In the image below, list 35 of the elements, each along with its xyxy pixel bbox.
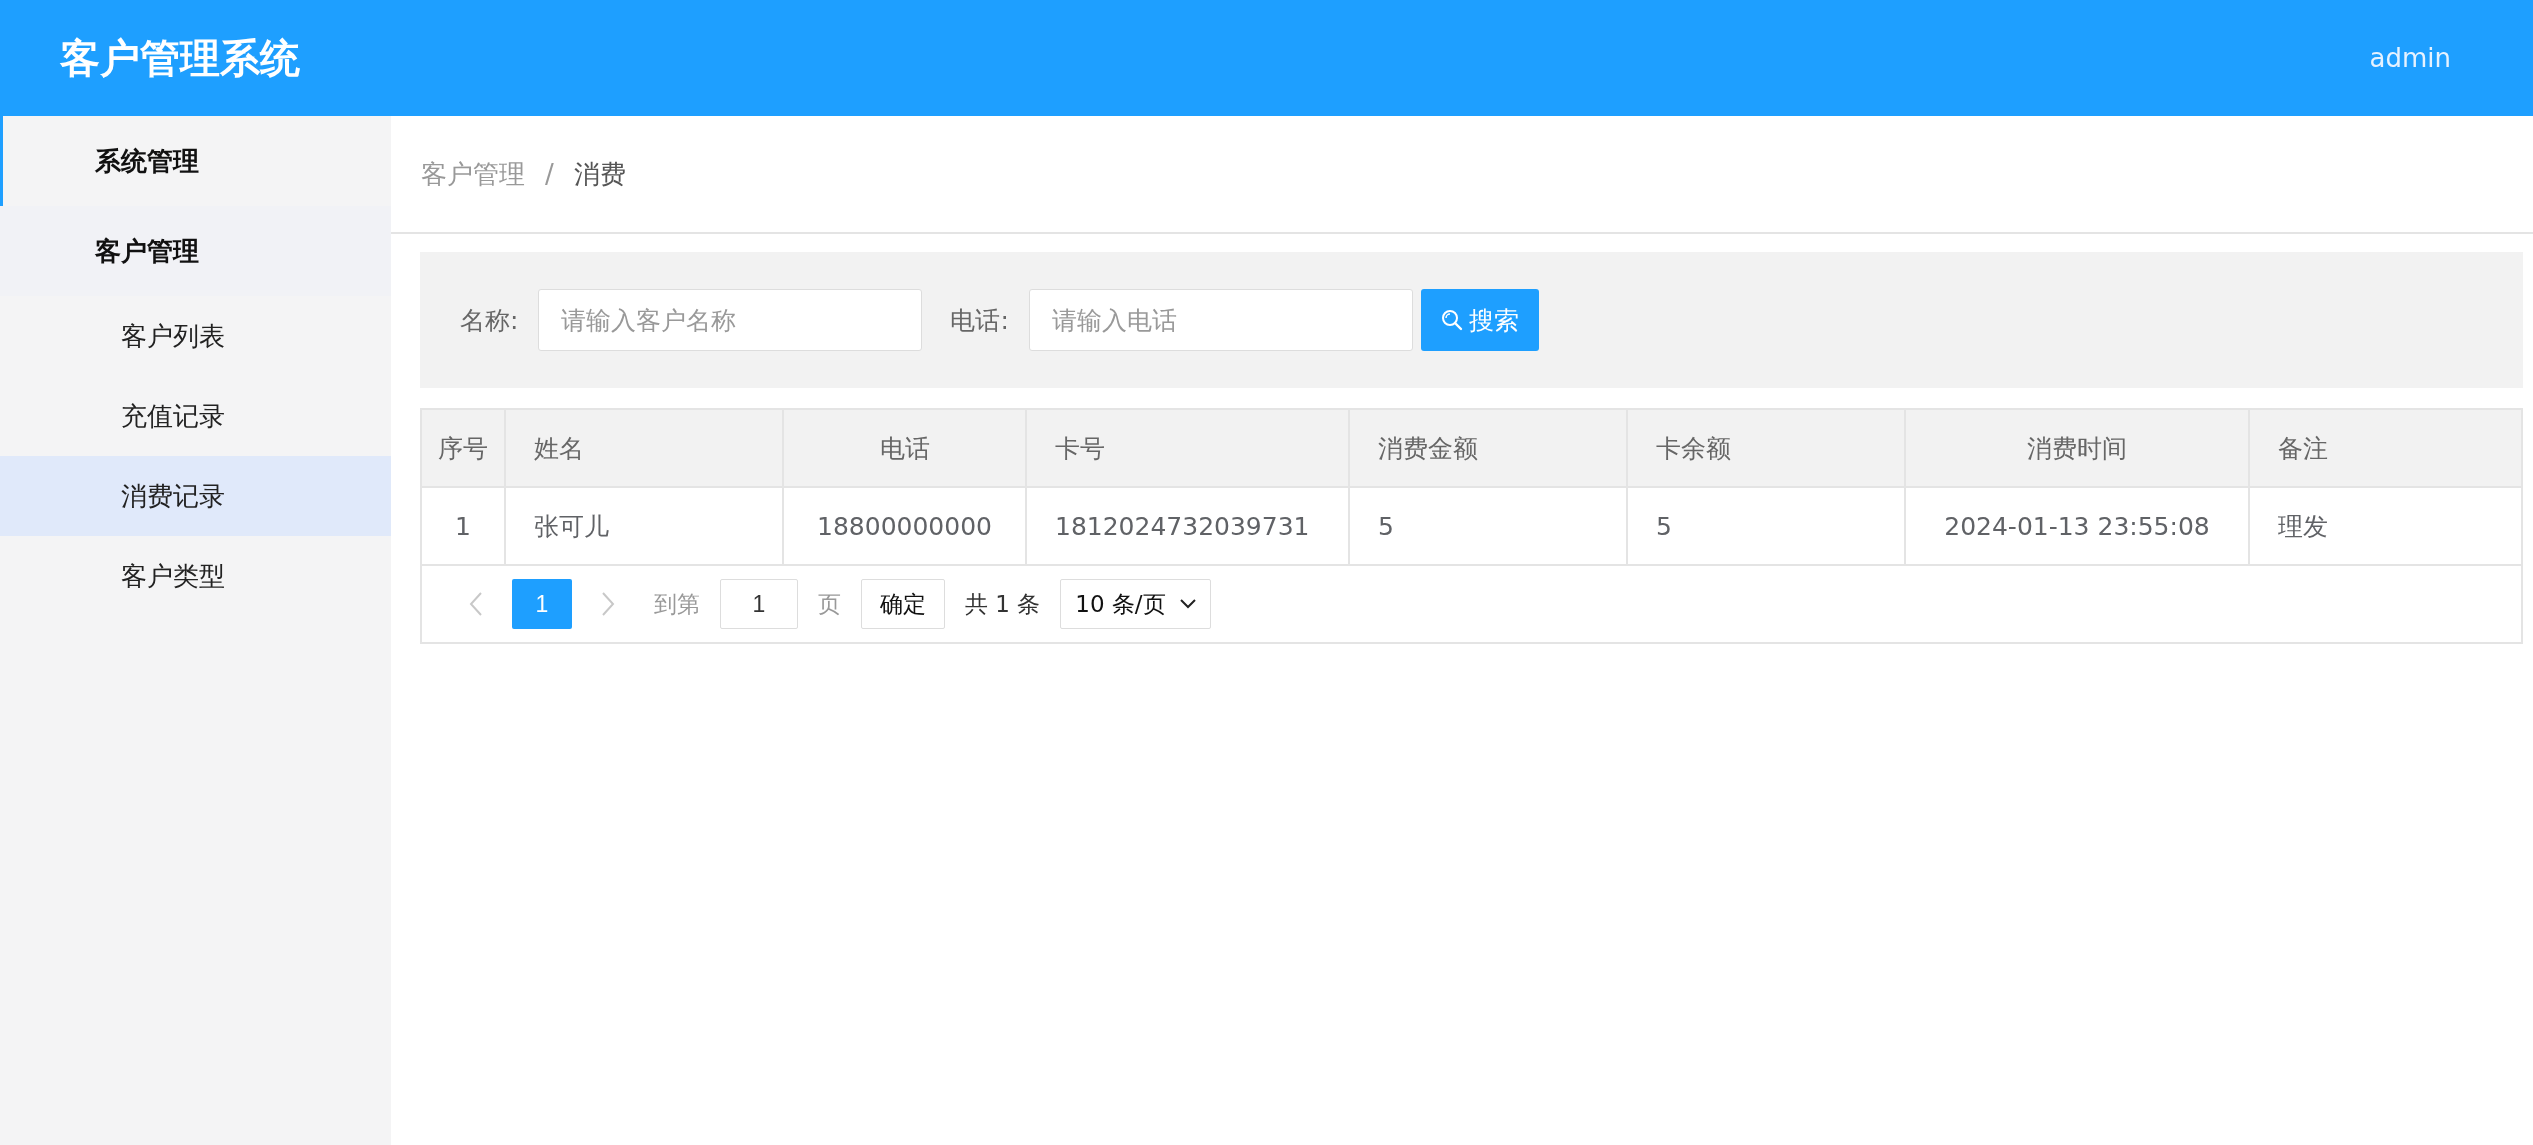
menu-item[interactable]: 充值记录 — [0, 376, 391, 456]
field-label: 名称: — [460, 304, 519, 337]
search-icon — [1440, 309, 1463, 331]
page-input[interactable]: 1 — [720, 579, 798, 629]
column-header: 卡余额 — [1627, 410, 1905, 487]
table-cell: 5 — [1627, 487, 1905, 565]
breadcrumb-separator: / — [545, 159, 554, 189]
column-header: 电话 — [783, 410, 1026, 487]
column-header: 消费金额 — [1349, 410, 1627, 487]
column-header: 消费时间 — [1905, 410, 2249, 487]
field-label: 电话: — [950, 304, 1009, 337]
column-header: 姓名 — [505, 410, 783, 487]
column-header: 备注 — [2249, 410, 2521, 487]
column-header: 序号 — [422, 410, 505, 487]
menu-item[interactable]: 消费记录 — [0, 456, 391, 536]
table-cell: 理发 — [2249, 487, 2521, 565]
goto-label: 到第 — [654, 589, 700, 619]
table-cell: 2024-01-13 23:55:08 — [1905, 487, 2249, 565]
column-header: 卡号 — [1026, 410, 1349, 487]
chevron-down-icon — [1179, 599, 1196, 609]
table-cell: 18800000000 — [783, 487, 1026, 565]
page-size-select[interactable]: 10 条/页 — [1060, 579, 1211, 629]
total-count: 共 1 条 — [965, 589, 1041, 619]
page-unit-label: 页 — [818, 589, 841, 619]
app-title: 客户管理系统 — [60, 33, 300, 83]
menu-item[interactable]: 客户列表 — [0, 296, 391, 376]
table-cell: 1812024732039731 — [1026, 487, 1349, 565]
table-cell: 1 — [422, 487, 505, 565]
breadcrumb-item: 消费 — [573, 157, 626, 191]
search-field[interactable]: 请输入客户名称 — [538, 289, 923, 351]
search-field[interactable]: 请输入电话 — [1028, 289, 1413, 351]
confirm-button[interactable]: 确定 — [861, 579, 945, 629]
menu-item[interactable]: 客户类型 — [0, 536, 391, 616]
table-cell: 5 — [1349, 487, 1627, 565]
table-cell: 张可儿 — [505, 487, 783, 565]
